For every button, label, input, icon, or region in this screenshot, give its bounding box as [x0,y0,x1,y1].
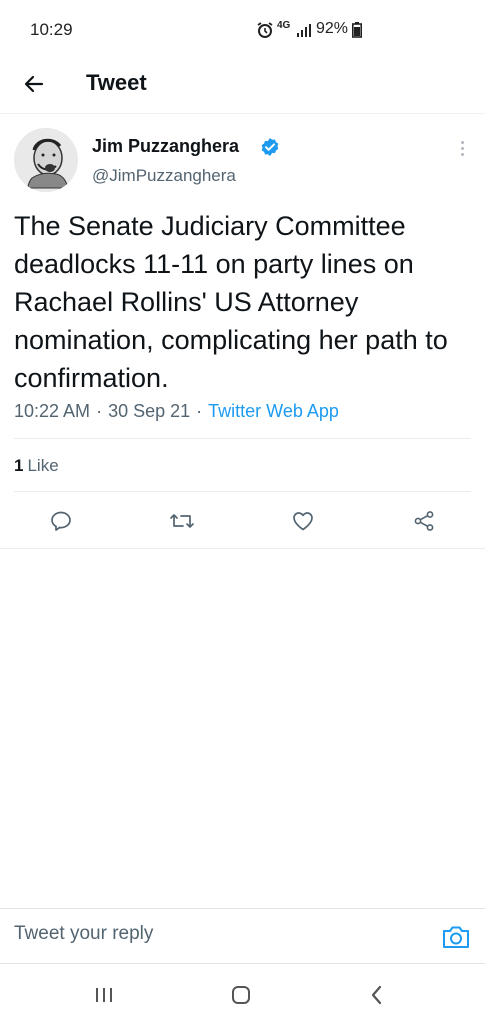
camera-icon [443,926,469,948]
meta-separator: · [196,401,203,421]
camera-button[interactable] [441,923,471,951]
tweet-meta: 10:22 AM · 30 Sep 21 · Twitter Web App [14,401,339,422]
tweet-date: 30 Sep 21 [108,401,191,421]
home-icon [232,986,250,1004]
like-button[interactable] [288,506,318,536]
retweet-icon [170,514,194,528]
reply-icon [51,511,71,531]
more-dot-icon [460,152,464,156]
verified-badge-icon [260,137,280,162]
author-handle[interactable]: @JimPuzzanghera [92,166,236,186]
tweet-time: 10:22 AM [14,401,91,421]
tweet-source-link[interactable]: Twitter Web App [208,401,339,421]
like-icon [293,512,313,531]
back-button[interactable] [18,68,50,100]
page-title: Tweet [86,70,147,95]
battery-percent: 92% [316,20,349,37]
share-button[interactable] [409,506,439,536]
like-count-label: Like [27,456,59,475]
avatar[interactable] [14,128,78,192]
header: Tweet [0,58,485,114]
chevron-left-icon [371,985,382,1005]
alarm-icon [256,21,274,44]
system-nav-bar [0,966,485,1024]
divider [0,548,485,549]
author-name[interactable]: Jim Puzzanghera [92,136,239,157]
divider [14,491,471,492]
reply-button[interactable] [46,506,76,536]
arrow-left-icon [24,75,44,93]
likes-count[interactable]: 1 Like [14,456,59,476]
reply-input[interactable] [14,923,414,945]
status-bar: 10:29 4G 92% [0,0,485,58]
recent-apps-button[interactable] [84,980,124,1010]
system-back-button[interactable] [357,980,397,1010]
home-button[interactable] [221,980,261,1010]
more-dot-icon [460,146,464,150]
retweet-button[interactable] [167,506,197,536]
signal-icon [296,22,312,43]
meta-separator: · [96,401,103,421]
more-options-button[interactable] [452,134,472,162]
divider [14,438,471,439]
share-icon [414,511,434,531]
network-type-label: 4G [277,20,291,31]
more-dot-icon [460,140,464,144]
status-time: 10:29 [30,20,73,39]
battery-icon [352,22,362,43]
reply-bar [0,908,485,964]
like-count-value: 1 [14,456,24,475]
recent-apps-icon [96,988,112,1002]
tweet-text: The Senate Judiciary Committee deadlocks… [14,211,448,393]
